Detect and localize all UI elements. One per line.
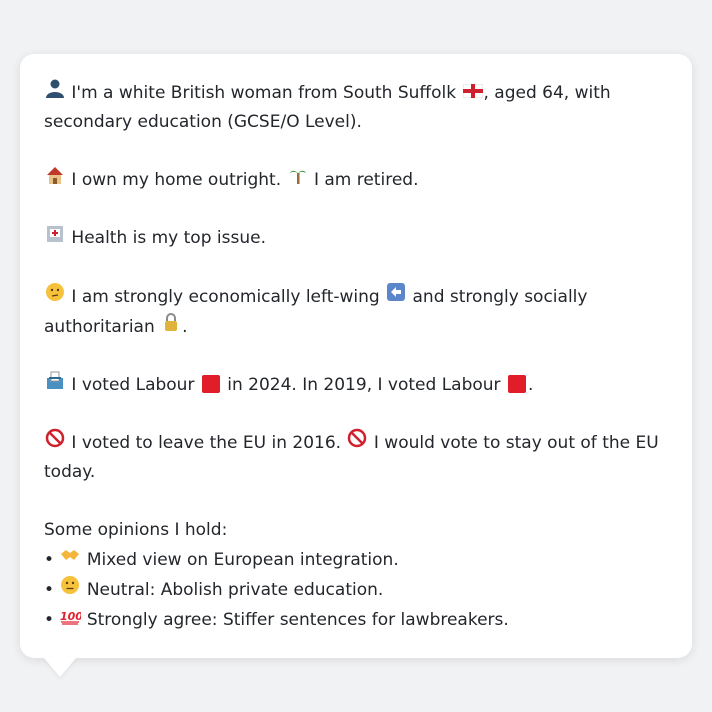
opinion-item: • Mixed view on European integration. — [44, 545, 670, 575]
neutral-face-icon — [59, 575, 81, 604]
ideology-text-c: . — [182, 317, 188, 337]
bullet: • — [44, 580, 55, 600]
ballot-box-icon — [44, 370, 66, 399]
home-text-a: I own my home outright. — [71, 170, 282, 190]
health-text: Health is my top issue. — [71, 228, 266, 248]
opinions-section: Some opinions I hold: • Mixed view on Eu… — [44, 516, 670, 635]
message-bubble: I'm a white British woman from South Suf… — [20, 54, 692, 658]
svg-text:100: 100 — [60, 610, 81, 623]
votes-paragraph: I voted Labour in 2024. In 2019, I voted… — [44, 370, 670, 400]
ideology-text-a: I am strongly economically left-wing — [71, 287, 380, 307]
hospital-icon — [44, 223, 66, 252]
house-icon — [44, 165, 66, 194]
palm-tree-icon — [287, 165, 309, 194]
bubble-tail — [43, 657, 77, 677]
opinion-text: Strongly agree: Stiffer sentences for la… — [86, 610, 509, 630]
votes-text-c: . — [527, 375, 534, 395]
eu-text-a: I voted to leave the EU in 2016. — [71, 433, 342, 453]
home-paragraph: I own my home outright. I am retired. — [44, 165, 670, 195]
labour-color-swatch — [201, 375, 220, 393]
votes-text-b: in 2024. In 2019, I voted Labour — [227, 375, 501, 395]
health-paragraph: Health is my top issue. — [44, 223, 670, 253]
lock-icon — [160, 312, 182, 341]
home-text-b: I am retired. — [313, 170, 419, 190]
opinion-item: • 100 Strongly agree: Stiffer sentences … — [44, 605, 670, 635]
chat-stage: I'm a white British woman from South Suf… — [0, 0, 712, 712]
identity-paragraph: I'm a white British woman from South Suf… — [44, 78, 670, 137]
labour-color-swatch-2019 — [507, 375, 526, 393]
prohibited-icon — [44, 428, 66, 457]
thinking-face-icon — [44, 282, 66, 311]
opinions-heading: Some opinions I hold: — [44, 520, 228, 540]
prohibited-icon-2 — [346, 428, 368, 457]
opinion-text: Neutral: Abolish private education. — [86, 580, 384, 600]
opinion-text: Mixed view on European integration. — [86, 550, 399, 570]
england-flag-icon — [462, 78, 484, 107]
handshake-icon — [59, 545, 81, 574]
hundred-points-icon: 100 — [59, 605, 84, 634]
identity-text-a: I'm a white British woman from South Suf… — [71, 83, 457, 103]
bullet: • — [44, 550, 55, 570]
person-silhouette-icon — [44, 78, 66, 107]
opinion-item: • Neutral: Abolish private education. — [44, 575, 670, 605]
votes-text-a: I voted Labour — [71, 375, 195, 395]
left-arrow-icon — [385, 282, 407, 311]
eu-paragraph: I voted to leave the EU in 2016. I would… — [44, 428, 670, 487]
ideology-paragraph: I am strongly economically left-wing and… — [44, 282, 670, 342]
bullet: • — [44, 610, 55, 630]
